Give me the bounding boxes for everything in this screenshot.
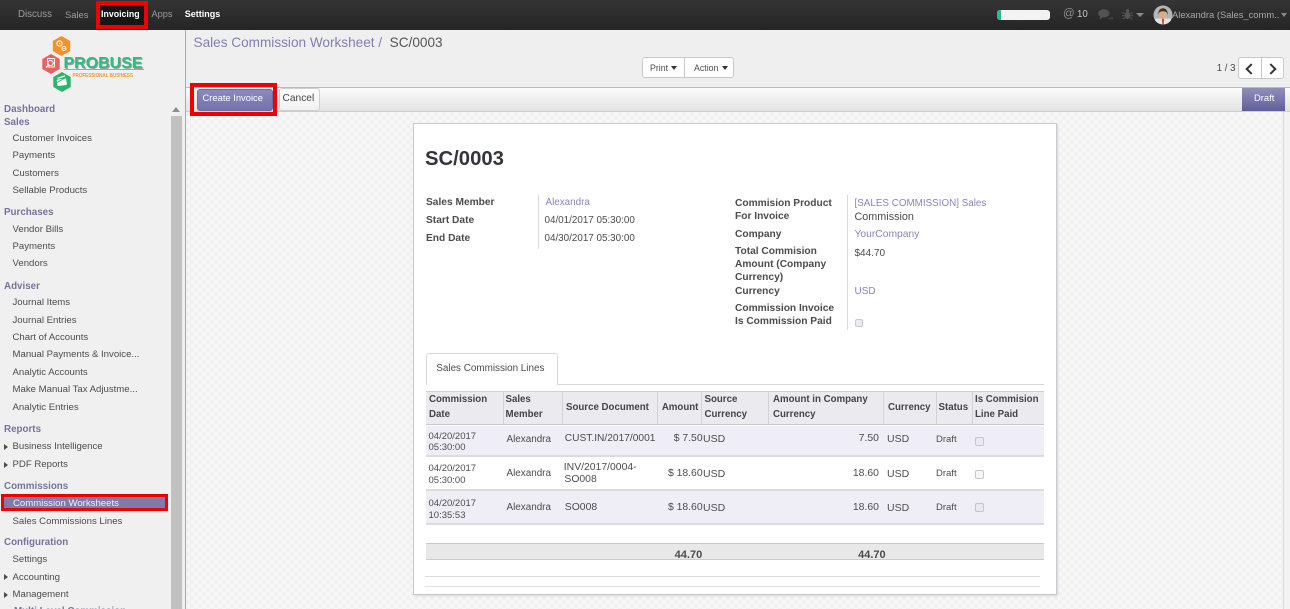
svg-text:PROFESSIONAL BUSINESS: PROFESSIONAL BUSINESS — [73, 73, 134, 79]
